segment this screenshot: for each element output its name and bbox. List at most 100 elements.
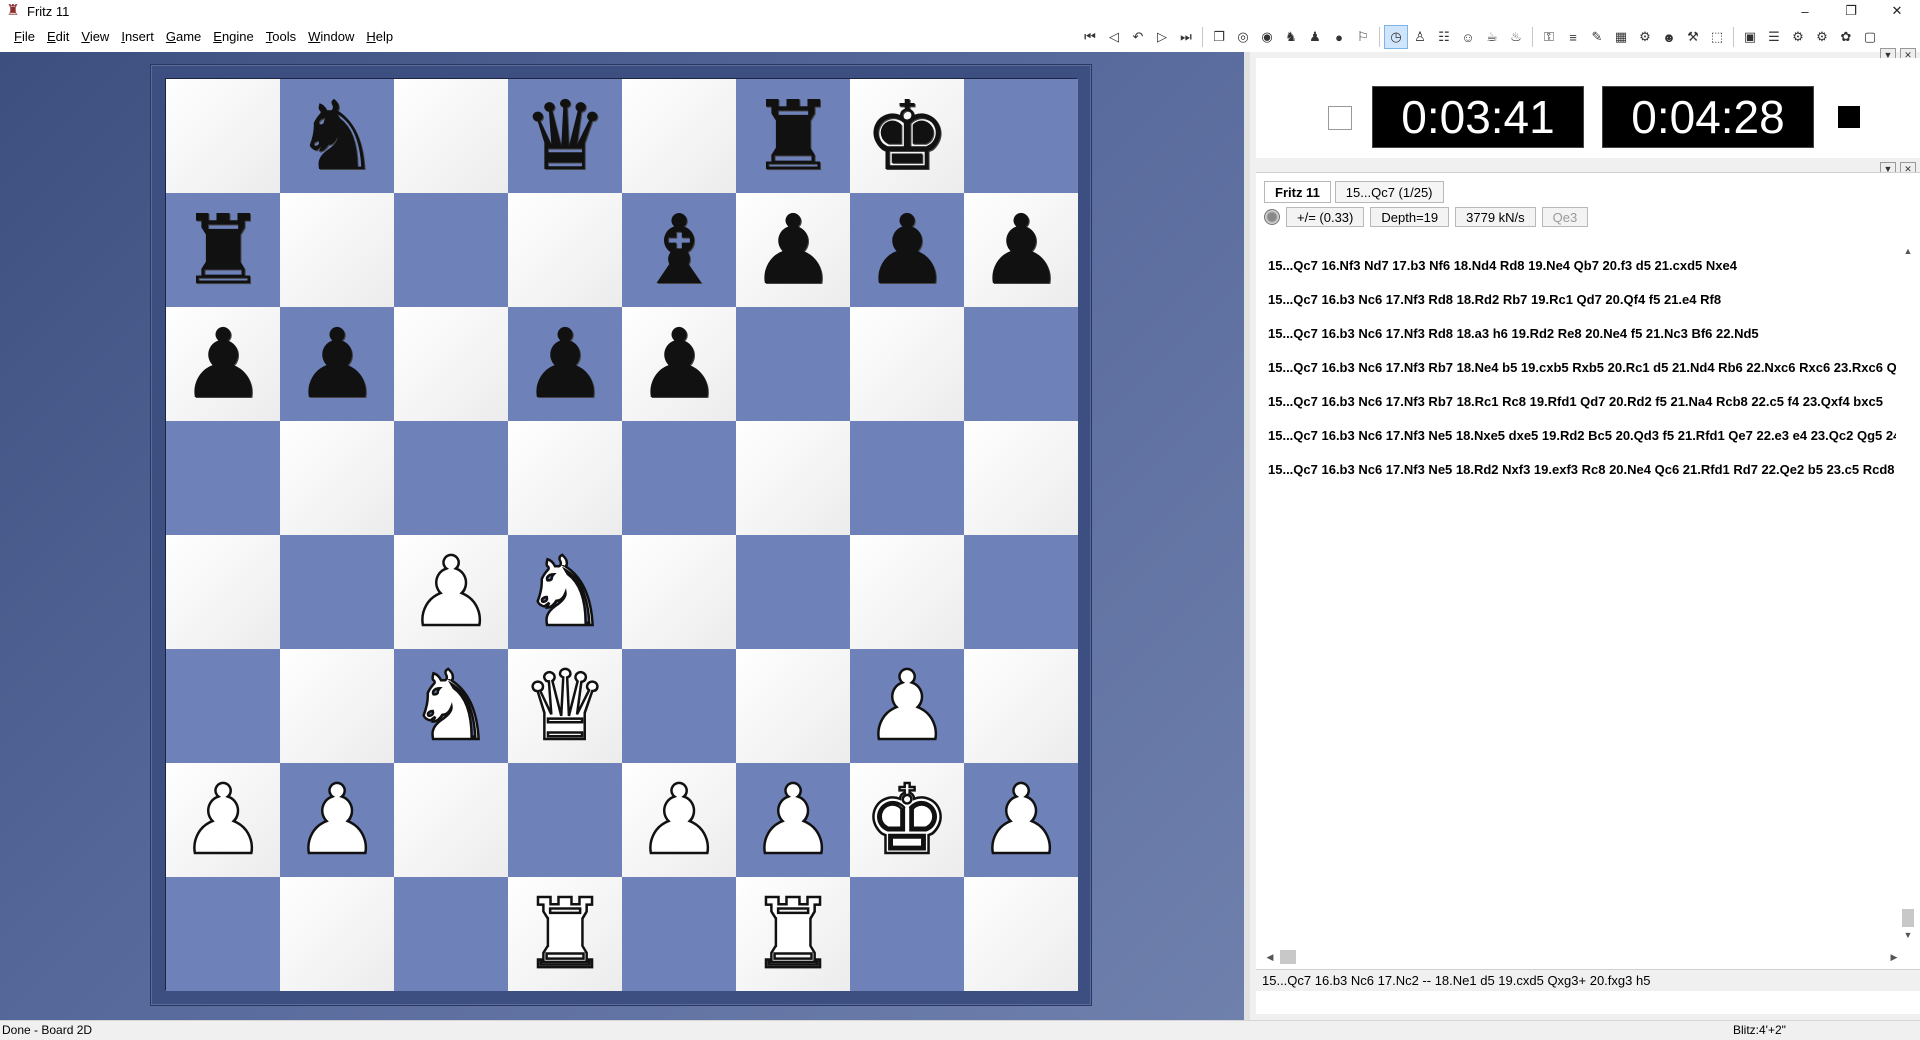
black-king-icon[interactable]: ♚ xyxy=(864,88,950,184)
square-h2[interactable]: ♟ xyxy=(964,763,1078,877)
square-g8[interactable]: ♚ xyxy=(850,79,964,193)
square-d2[interactable] xyxy=(508,763,622,877)
engine-toggle-icon[interactable] xyxy=(1264,209,1280,225)
openbook-icon[interactable]: ≡ xyxy=(1561,25,1585,49)
black-pawn-icon[interactable]: ♟ xyxy=(522,316,608,412)
square-g6[interactable] xyxy=(850,307,964,421)
horizontal-scroll-thumb[interactable] xyxy=(1280,950,1296,964)
square-g2[interactable]: ♚ xyxy=(850,763,964,877)
scroll-left-icon[interactable]: ◀ xyxy=(1262,949,1278,965)
camera-icon[interactable]: ▢ xyxy=(1858,25,1882,49)
vertical-scrollbar[interactable]: ▲ ▼ xyxy=(1900,243,1916,943)
square-b7[interactable] xyxy=(280,193,394,307)
flag-icon[interactable]: ⚐ xyxy=(1351,25,1375,49)
engine-name-tab[interactable]: Fritz 11 xyxy=(1264,181,1331,203)
square-g3[interactable]: ♟ xyxy=(850,649,964,763)
square-a2[interactable]: ♟ xyxy=(166,763,280,877)
square-f5[interactable] xyxy=(736,421,850,535)
menu-edit[interactable]: Edit xyxy=(41,22,75,52)
last-move-icon[interactable]: ⏭ xyxy=(1174,25,1198,49)
fire-icon[interactable]: ♨ xyxy=(1504,25,1528,49)
layout-icon[interactable]: ☰ xyxy=(1762,25,1786,49)
engine-line[interactable]: 15...Qc7 16.b3 Nc6 17.Nf3 Rb7 18.Rc1 Rc8… xyxy=(1262,385,1896,419)
square-c5[interactable] xyxy=(394,421,508,535)
engine-line[interactable]: 15...Qc7 16.b3 Nc6 17.Nf3 Ne5 18.Nxe5 dx… xyxy=(1262,419,1896,453)
white-pawn-icon[interactable]: ♟ xyxy=(863,657,952,756)
square-f1[interactable]: ♜ xyxy=(736,877,850,991)
vertical-scroll-thumb[interactable] xyxy=(1902,909,1914,927)
black-pawn-icon[interactable]: ♟ xyxy=(180,316,266,412)
square-b5[interactable] xyxy=(280,421,394,535)
white-knight-icon[interactable]: ♞ xyxy=(407,657,496,756)
cup-icon[interactable]: ☕ xyxy=(1480,25,1504,49)
square-f3[interactable] xyxy=(736,649,850,763)
square-b6[interactable]: ♟ xyxy=(280,307,394,421)
white-pawn-icon[interactable]: ♟ xyxy=(635,771,724,870)
square-h7[interactable]: ♟ xyxy=(964,193,1078,307)
square-c7[interactable] xyxy=(394,193,508,307)
square-d3[interactable]: ♛ xyxy=(508,649,622,763)
black-knight-icon[interactable]: ♞ xyxy=(294,88,380,184)
square-a1[interactable] xyxy=(166,877,280,991)
settings-icon[interactable]: ⚙ xyxy=(1786,25,1810,49)
square-a4[interactable] xyxy=(166,535,280,649)
scroll-down-icon[interactable]: ▼ xyxy=(1900,927,1916,943)
scroll-up-icon[interactable]: ▲ xyxy=(1900,243,1916,259)
black-bishop-icon[interactable]: ♝ xyxy=(636,202,722,298)
engine-line[interactable]: 15...Qc7 16.b3 Nc6 17.Nf3 Rb7 18.Ne4 b5 … xyxy=(1262,351,1896,385)
forward-move-icon[interactable]: ▷ xyxy=(1150,25,1174,49)
coach-icon[interactable]: ♟ xyxy=(1303,25,1327,49)
globe-icon[interactable]: ● xyxy=(1327,25,1351,49)
menu-file[interactable]: File xyxy=(8,22,41,52)
white-pawn-icon[interactable]: ♟ xyxy=(977,771,1066,870)
square-f2[interactable]: ♟ xyxy=(736,763,850,877)
menu-window[interactable]: Window xyxy=(302,22,360,52)
square-c1[interactable] xyxy=(394,877,508,991)
square-e7[interactable]: ♝ xyxy=(622,193,736,307)
square-e2[interactable]: ♟ xyxy=(622,763,736,877)
square-b8[interactable]: ♞ xyxy=(280,79,394,193)
white-queen-icon[interactable]: ♛ xyxy=(521,657,610,756)
current-move-tab[interactable]: 15...Qc7 (1/25) xyxy=(1334,181,1444,203)
square-f4[interactable] xyxy=(736,535,850,649)
square-f8[interactable]: ♜ xyxy=(736,79,850,193)
square-g7[interactable]: ♟ xyxy=(850,193,964,307)
square-h6[interactable] xyxy=(964,307,1078,421)
square-a7[interactable]: ♜ xyxy=(166,193,280,307)
white-pawn-icon[interactable]: ♟ xyxy=(407,543,496,642)
black-rook-icon[interactable]: ♜ xyxy=(180,202,266,298)
black-queen-icon[interactable]: ♛ xyxy=(522,88,608,184)
white-rook-icon[interactable]: ♜ xyxy=(521,885,610,984)
square-e5[interactable] xyxy=(622,421,736,535)
square-c4[interactable]: ♟ xyxy=(394,535,508,649)
square-a3[interactable] xyxy=(166,649,280,763)
square-a8[interactable] xyxy=(166,79,280,193)
save-icon[interactable]: ▣ xyxy=(1738,25,1762,49)
menu-game[interactable]: Game xyxy=(160,22,207,52)
black-pawn-icon[interactable]: ♟ xyxy=(636,316,722,412)
database-icon[interactable]: ◎ xyxy=(1231,25,1255,49)
square-g4[interactable] xyxy=(850,535,964,649)
black-pawn-icon[interactable]: ♟ xyxy=(750,202,836,298)
square-h3[interactable] xyxy=(964,649,1078,763)
engine-line[interactable]: 15...Qc7 16.Nf3 Nd7 17.b3 Nf6 18.Nd4 Rd8… xyxy=(1262,249,1896,283)
window-icon[interactable]: ⬚ xyxy=(1705,25,1729,49)
square-c8[interactable] xyxy=(394,79,508,193)
engine-line[interactable]: 15...Qc7 16.b3 Nc6 17.Nf3 Ne5 18.Rd2 Nxf… xyxy=(1262,453,1896,487)
minimize-button[interactable]: – xyxy=(1782,0,1828,22)
clock-icon[interactable]: ◷ xyxy=(1384,25,1408,49)
menu-view[interactable]: View xyxy=(75,22,115,52)
horizontal-scrollbar[interactable]: ◀ ▶ xyxy=(1262,949,1902,965)
tools-icon[interactable]: ⚒ xyxy=(1681,25,1705,49)
black-rook-icon[interactable]: ♜ xyxy=(750,88,836,184)
white-pawn-icon[interactable]: ♟ xyxy=(293,771,382,870)
open-folder-icon[interactable]: ❐ xyxy=(1207,25,1231,49)
puzzle-icon[interactable]: ✿ xyxy=(1834,25,1858,49)
engine-icon[interactable]: ⚙ xyxy=(1633,25,1657,49)
book-icon[interactable]: ☷ xyxy=(1432,25,1456,49)
chess-board[interactable]: ♞ ♛ ♜ ♚ ♜ ♝ ♟ ♟ ♟ ♟ ♟ ♟ ♟ ♟ ♞ ♞ ♛ ♟ ♟ ♟ ♟ ♟ ♚ ♟ ♜ ♜ xyxy=(165,78,1078,991)
pawn-icon[interactable]: ♙ xyxy=(1408,25,1432,49)
square-b1[interactable] xyxy=(280,877,394,991)
pen-icon[interactable]: ✎ xyxy=(1585,25,1609,49)
take-back-icon[interactable]: ↶ xyxy=(1126,25,1150,49)
